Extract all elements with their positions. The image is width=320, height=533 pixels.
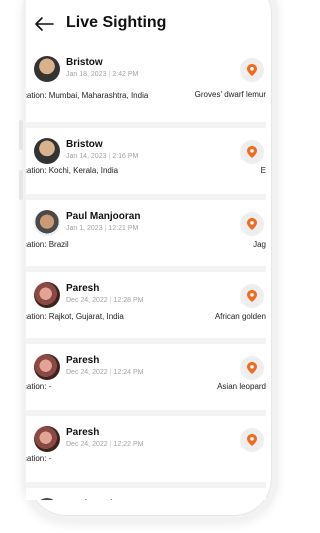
separator: | bbox=[108, 153, 111, 160]
sighting-date: Jan 18, 2023 bbox=[66, 71, 107, 78]
separator: | bbox=[109, 297, 112, 304]
sighting-time: 2:42 PM bbox=[112, 71, 139, 78]
avatar bbox=[34, 282, 60, 308]
sighting-animal: Groves' dwarf lemur bbox=[194, 90, 266, 99]
map-pin-button[interactable] bbox=[240, 356, 264, 380]
separator: | bbox=[104, 225, 107, 232]
avatar bbox=[34, 138, 60, 164]
separator: | bbox=[109, 441, 112, 448]
sighting-time: 2:16 PM bbox=[112, 153, 139, 160]
page-title: Live Sighting bbox=[66, 14, 167, 31]
map-pin-button[interactable] bbox=[240, 58, 264, 82]
avatar bbox=[34, 56, 60, 82]
sighting-datetime: Jan 18, 2023 | 2:42 PM bbox=[66, 71, 138, 78]
sighting-user-name: Paresh bbox=[66, 427, 100, 438]
sighting-animal: African golden bbox=[214, 312, 266, 321]
map-pin-icon bbox=[247, 218, 257, 230]
map-pin-icon bbox=[247, 362, 257, 374]
sighting-card[interactable]: Paul Manjooran Jan 1, 2023|12:21 PM Locati… bbox=[26, 200, 266, 266]
app-screen: Live Sighting Bristow Jan 18, 2023 | 2:42 P… bbox=[26, 0, 266, 500]
sighting-date: Dec 24, 2022 bbox=[66, 369, 108, 376]
sighting-card[interactable]: Paresh Dec 24, 2022|12:22 PM Location: - bbox=[26, 416, 266, 482]
map-pin-icon bbox=[247, 146, 257, 158]
sighting-date: Jan 14, 2023 bbox=[66, 153, 107, 160]
sighting-user-name: Bristow bbox=[66, 57, 103, 68]
sighting-user-name: Paul Manjooran bbox=[66, 499, 140, 500]
sighting-time: 12:24 PM bbox=[113, 369, 144, 376]
phone-side-button bbox=[19, 120, 23, 150]
map-pin-icon bbox=[247, 434, 257, 446]
avatar bbox=[34, 498, 60, 500]
sighting-time: 12:21 PM bbox=[108, 225, 139, 232]
map-pin-icon bbox=[247, 290, 257, 302]
sighting-card[interactable]: Paul Manjooran bbox=[26, 488, 266, 500]
map-pin-button[interactable] bbox=[240, 140, 264, 164]
sighting-datetime: Jan 1, 2023 | 12:21 PM bbox=[66, 225, 138, 232]
avatar bbox=[34, 210, 60, 236]
sighting-animal: Jag bbox=[253, 240, 266, 249]
sighting-date: Dec 24, 2022 bbox=[66, 297, 108, 304]
map-pin-button[interactable] bbox=[240, 428, 264, 452]
sighting-user-name: Paresh bbox=[66, 283, 100, 294]
sighting-animal: E bbox=[260, 166, 266, 175]
sighting-card[interactable]: Paresh Dec 24, 2022|12:24 PM Location: - As… bbox=[26, 344, 266, 410]
separator: | bbox=[108, 71, 111, 78]
separator: | bbox=[109, 369, 112, 376]
phone-side-button bbox=[19, 170, 23, 200]
sighting-location: Location: - bbox=[26, 382, 52, 391]
sighting-card[interactable]: Bristow Jan 18, 2023 | 2:42 PM Location: Mum… bbox=[26, 46, 266, 122]
sighting-card[interactable]: Bristow Jan 14, 2023|2:16 PM Location: Koc… bbox=[26, 128, 266, 194]
sighting-date: Dec 24, 2022 bbox=[66, 441, 108, 448]
avatar bbox=[34, 354, 60, 380]
app-header: Live Sighting bbox=[26, 0, 266, 46]
sighting-datetime: Dec 24, 2022 | 12:22 PM bbox=[66, 441, 143, 448]
map-pin-button[interactable] bbox=[240, 284, 264, 308]
sighting-datetime: Dec 24, 2022 | 12:24 PM bbox=[66, 369, 143, 376]
map-pin-icon bbox=[247, 64, 257, 76]
sighting-user-name: Paresh bbox=[66, 355, 100, 366]
arrow-left-icon[interactable] bbox=[34, 16, 54, 32]
sighting-card[interactable]: Paresh Dec 24, 2022|12:28 PM Location: Raj… bbox=[26, 272, 266, 338]
sighting-user-name: Paul Manjooran bbox=[66, 211, 141, 222]
sighting-time: 12:22 PM bbox=[113, 441, 144, 448]
sighting-location: Location: Kochi, Kerala, India bbox=[26, 166, 119, 175]
avatar bbox=[34, 426, 60, 452]
sighting-time: 12:28 PM bbox=[113, 297, 144, 304]
sighting-datetime: Jan 14, 2023 | 2:16 PM bbox=[66, 153, 138, 160]
sighting-location: Location: Brazil bbox=[26, 240, 69, 249]
map-pin-button[interactable] bbox=[240, 212, 264, 236]
sighting-list: Bristow Jan 18, 2023 | 2:42 PM Location: Mum… bbox=[26, 46, 266, 500]
sighting-animal: Asian leopard bbox=[217, 382, 266, 391]
sighting-user-name: Bristow bbox=[66, 139, 103, 150]
sighting-location: Location: Rajkot, Gujarat, India bbox=[26, 312, 124, 321]
sighting-datetime: Dec 24, 2022 | 12:28 PM bbox=[66, 297, 143, 304]
sighting-location: Location: Mumbai, Maharashtra, India bbox=[26, 91, 149, 100]
sighting-location: Location: - bbox=[26, 454, 52, 463]
sighting-date: Jan 1, 2023 bbox=[66, 225, 103, 232]
